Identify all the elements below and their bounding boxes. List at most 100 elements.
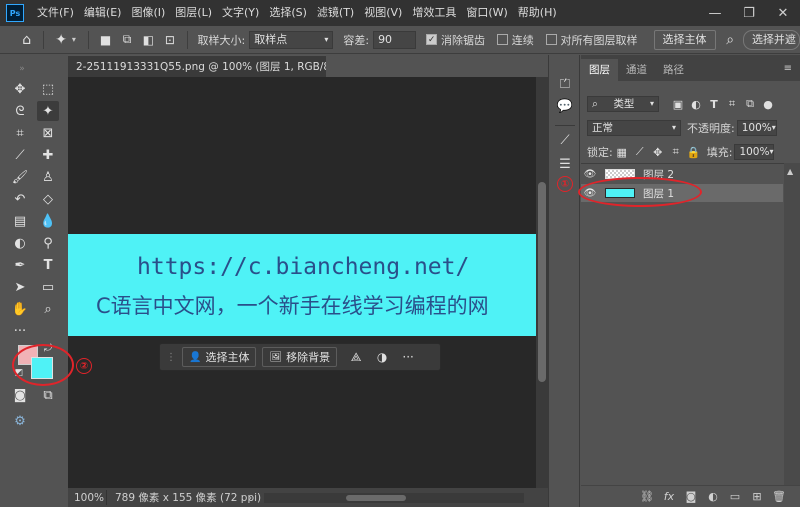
magic-wand-icon[interactable]: ✦ <box>50 32 71 48</box>
new-layer-icon[interactable]: ⊞ <box>746 490 768 503</box>
new-group-icon[interactable]: ▭ <box>724 490 746 503</box>
drag-handle-icon[interactable]: ⋮ <box>166 352 176 363</box>
scroll-up-icon[interactable]: ▲ <box>787 167 793 176</box>
canvas-area[interactable]: https://c.biancheng.net/ C语言中文网，一个新手在线学习… <box>68 77 536 488</box>
add-mask-icon[interactable]: ◙ <box>680 490 702 503</box>
quick-mask-icon[interactable]: ◙ <box>9 385 31 405</box>
new-selection-icon[interactable]: ■ <box>95 33 116 47</box>
smart-object-filter-icon[interactable]: ⧉ <box>741 97 759 111</box>
close-button[interactable]: ✕ <box>766 0 800 26</box>
contrast-icon[interactable]: ◑ <box>369 350 395 364</box>
tolerance-input[interactable]: 90 <box>373 30 417 49</box>
adjustment-filter-icon[interactable]: ◐ <box>687 98 705 111</box>
document-tab[interactable]: 2-25111913331Q55.png @ 100% (图层 1, RGB/8… <box>68 55 366 77</box>
screen-mode-icon[interactable]: ⧉ <box>37 385 59 405</box>
menu-filter[interactable]: 滤镜(T) <box>312 0 359 26</box>
menu-file[interactable]: 文件(F) <box>32 0 79 26</box>
edit-toolbar-icon[interactable]: ⚙ <box>9 411 31 431</box>
opacity-input[interactable]: 100% ▾ <box>736 120 777 136</box>
eraser-tool-icon[interactable]: ◇ <box>37 189 59 209</box>
pixel-filter-icon[interactable]: ▣ <box>669 98 687 111</box>
menu-select[interactable]: 选择(S) <box>264 0 312 26</box>
type-filter-icon[interactable]: T <box>705 98 723 111</box>
link-layers-icon[interactable]: ⛓ <box>636 490 658 503</box>
tab-layers[interactable]: 图层 <box>581 59 618 81</box>
marquee-tool-icon[interactable]: ⬚ <box>37 79 59 99</box>
crop-tool-icon[interactable]: ⌗ <box>9 123 31 143</box>
adjustments-icon[interactable]: ☰ <box>556 155 574 173</box>
healing-brush-tool-icon[interactable]: ✚ <box>37 145 59 165</box>
horizontal-scrollbar[interactable] <box>264 492 525 503</box>
dodge-tool-icon[interactable]: ◐ <box>9 233 31 253</box>
all-layers-checkbox[interactable] <box>545 34 557 45</box>
transform-icon[interactable]: ⟁ <box>343 350 369 365</box>
magic-wand-tool-icon[interactable]: ✦ <box>37 101 59 121</box>
menu-layer[interactable]: 图层(L) <box>170 0 217 26</box>
antialias-checkbox[interactable]: ✓ <box>426 34 437 45</box>
home-icon[interactable]: ⌂ <box>16 32 37 48</box>
pen-tool-icon[interactable]: ✒ <box>9 255 31 275</box>
search-icon[interactable]: ⌕ <box>720 32 741 48</box>
chevron-down-icon[interactable]: ▾ <box>72 35 76 44</box>
ctx-select-subject-button[interactable]: 👤 选择主体 <box>182 347 257 367</box>
menu-help[interactable]: 帮助(H) <box>513 0 562 26</box>
maximize-button[interactable]: ❐ <box>732 0 766 26</box>
lock-pixels-icon[interactable]: ⟋ <box>631 145 649 159</box>
stamp-tool-icon[interactable]: ♙ <box>37 167 59 187</box>
status-arrow-icon[interactable]: › <box>248 492 252 504</box>
lock-position-icon[interactable]: ✥ <box>649 146 667 159</box>
blend-mode-select[interactable]: 正常 ▾ <box>587 120 681 136</box>
lasso-tool-icon[interactable]: ᘓ <box>9 101 31 121</box>
lock-artboard-icon[interactable]: ⌗ <box>667 145 685 159</box>
move-tool-icon[interactable]: ✥ <box>9 79 31 99</box>
visibility-eye-icon[interactable]: 👁 <box>581 169 599 180</box>
vertical-scrollbar[interactable] <box>536 77 548 488</box>
hand-tool-icon[interactable]: ✋ <box>9 299 31 319</box>
select-subject-button[interactable]: 选择主体 <box>653 29 716 50</box>
ctx-remove-bg-button[interactable]: 🖼 移除背景 <box>262 347 338 367</box>
brush-tool-icon[interactable]: 🖌 <box>9 167 31 187</box>
eyedropper-tool-icon[interactable]: ⟋ <box>9 145 31 165</box>
menu-edit[interactable]: 编辑(E) <box>79 0 127 26</box>
lock-transparent-icon[interactable]: ▦ <box>613 146 631 159</box>
menu-window[interactable]: 窗口(W) <box>461 0 512 26</box>
more-tools-icon[interactable]: ··· <box>9 321 31 341</box>
menu-image[interactable]: 图像(I) <box>126 0 170 26</box>
sample-size-select[interactable]: 取样点 ▾ <box>249 30 334 49</box>
fill-input[interactable]: 100% ▾ <box>734 144 775 160</box>
fx-icon[interactable]: fx <box>658 490 680 503</box>
menu-type[interactable]: 文字(Y) <box>217 0 264 26</box>
select-and-mask-button[interactable]: 选择并遮 <box>742 29 800 50</box>
intersect-selection-icon[interactable]: ⊡ <box>159 33 180 47</box>
add-selection-icon[interactable]: ⧉ <box>116 32 137 47</box>
comments-panel-icon[interactable]: 💬 <box>556 97 574 115</box>
history-brush-tool-icon[interactable]: ↶ <box>9 189 31 209</box>
zoom-level[interactable]: 100% <box>68 492 106 504</box>
lock-all-icon[interactable]: 🔒 <box>685 146 703 159</box>
scroll-thumb[interactable] <box>538 182 546 382</box>
tab-channels[interactable]: 通道 <box>618 59 655 81</box>
contiguous-checkbox[interactable] <box>496 34 508 45</box>
subtract-selection-icon[interactable]: ◧ <box>138 33 159 47</box>
document-image[interactable]: https://c.biancheng.net/ C语言中文网，一个新手在线学习… <box>68 234 536 336</box>
scroll-thumb[interactable] <box>346 494 407 501</box>
zoom-tool-icon[interactable]: ⌕ <box>37 299 59 319</box>
layers-scrollbar[interactable]: ▲ <box>784 163 800 485</box>
shape-filter-icon[interactable]: ⌗ <box>723 97 741 111</box>
menu-view[interactable]: 视图(V) <box>359 0 407 26</box>
gradient-tool-icon[interactable]: ▤ <box>9 211 31 231</box>
sponge-tool-icon[interactable]: ⚲ <box>37 233 59 253</box>
tab-paths[interactable]: 路径 <box>655 59 692 81</box>
rectangle-tool-icon[interactable]: ▭ <box>37 277 59 297</box>
path-selection-tool-icon[interactable]: ➤ <box>9 277 31 297</box>
adjustment-layer-icon[interactable]: ◐ <box>702 490 724 503</box>
minimize-button[interactable]: — <box>698 0 732 26</box>
brush-settings-icon[interactable]: ⟋ <box>556 131 574 149</box>
delete-layer-icon[interactable]: 🗑 <box>768 490 790 503</box>
type-tool-icon[interactable]: T <box>37 255 59 275</box>
layer-filter-select[interactable]: ⌕ 类型 ▾ <box>587 96 659 112</box>
frame-tool-icon[interactable]: ⊠ <box>37 123 59 143</box>
panel-menu-icon[interactable]: ≡ <box>784 63 792 74</box>
filter-toggle-icon[interactable]: ● <box>759 98 777 111</box>
more-options-icon[interactable]: ··· <box>395 350 421 364</box>
